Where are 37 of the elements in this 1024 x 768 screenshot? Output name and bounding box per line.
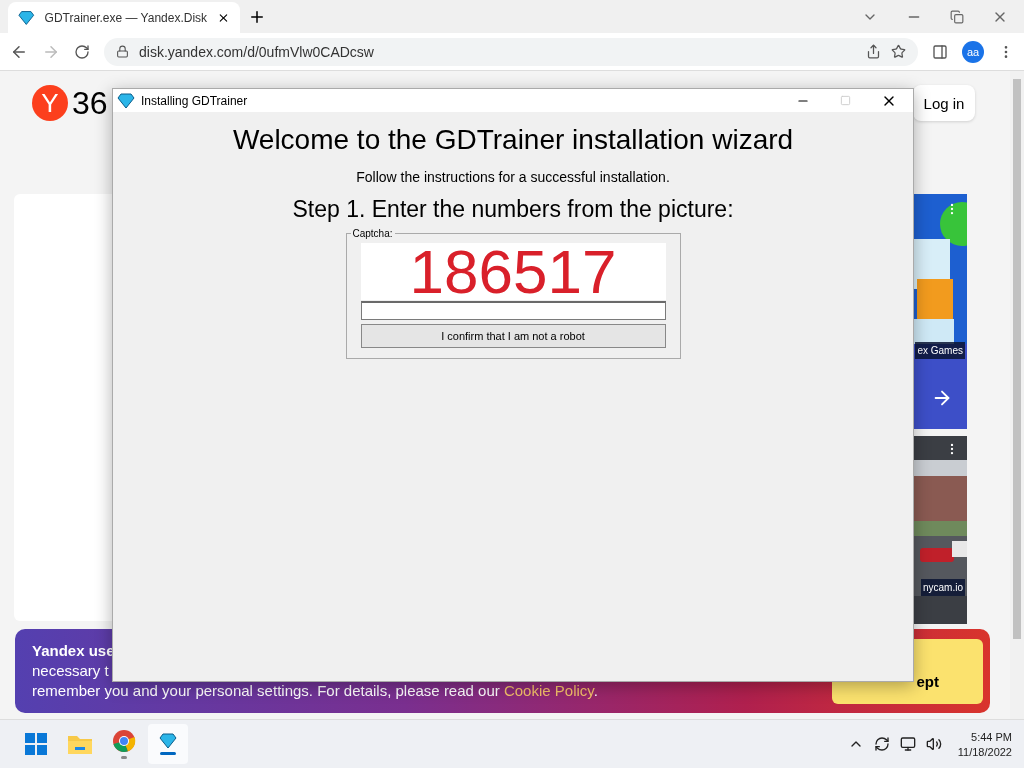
- network-icon[interactable]: [899, 736, 916, 752]
- reload-icon[interactable]: [74, 43, 90, 60]
- confirm-button[interactable]: I confirm that I am not a robot: [360, 324, 666, 348]
- wizard-heading: Welcome to the GDTrainer installation wizard: [232, 124, 794, 156]
- scrollbar[interactable]: [1010, 71, 1024, 719]
- login-button[interactable]: Log in: [913, 85, 975, 121]
- group-label: Captcha:: [351, 228, 394, 239]
- star-icon[interactable]: [891, 44, 906, 59]
- sync-icon[interactable]: [873, 736, 890, 752]
- gem-icon: [117, 92, 135, 109]
- logo-mark: Y: [32, 85, 68, 121]
- cookie-policy-link[interactable]: Cookie Policy: [503, 682, 594, 699]
- profile-avatar[interactable]: aa: [962, 40, 984, 63]
- gem-icon: [159, 733, 177, 749]
- banner-sentence: remember you and your personal settings. For details, please read our Cookie Policy.: [32, 681, 598, 701]
- captcha-image: 186517: [360, 243, 666, 300]
- wizard-subtitle: Follow the instructions for a successful installation.: [356, 169, 670, 185]
- url-text: disk.yandex.com/d/0ufmVlw0CADcsw: [139, 43, 375, 60]
- restore-icon[interactable]: [950, 9, 964, 24]
- volume-icon[interactable]: [925, 736, 942, 752]
- taskbar-app[interactable]: [148, 724, 188, 764]
- banner-text: necessary t: [32, 661, 109, 681]
- ad-caption: nycam.io: [921, 579, 965, 596]
- input-field[interactable]: [360, 301, 666, 320]
- clock-time: 5:44 PM: [971, 730, 1012, 743]
- logo-text: 36: [72, 84, 108, 122]
- step-instruction: Step 1. Enter the numbers from the picture:: [292, 196, 734, 223]
- windows-icon: [25, 733, 47, 755]
- clock-date: 11/18/2022: [957, 745, 1012, 758]
- ad-caption: ex Games: [915, 342, 965, 359]
- lock-icon: [116, 45, 129, 58]
- chrome-icon: [112, 729, 136, 753]
- share-icon[interactable]: [866, 44, 881, 59]
- side-panel-icon[interactable]: [932, 43, 948, 60]
- folder-icon: [67, 733, 93, 755]
- address-bar[interactable]: disk.yandex.com/d/0ufmVlw0CADcsw: [104, 37, 918, 66]
- window-title: Installing GDTrainer: [141, 93, 249, 108]
